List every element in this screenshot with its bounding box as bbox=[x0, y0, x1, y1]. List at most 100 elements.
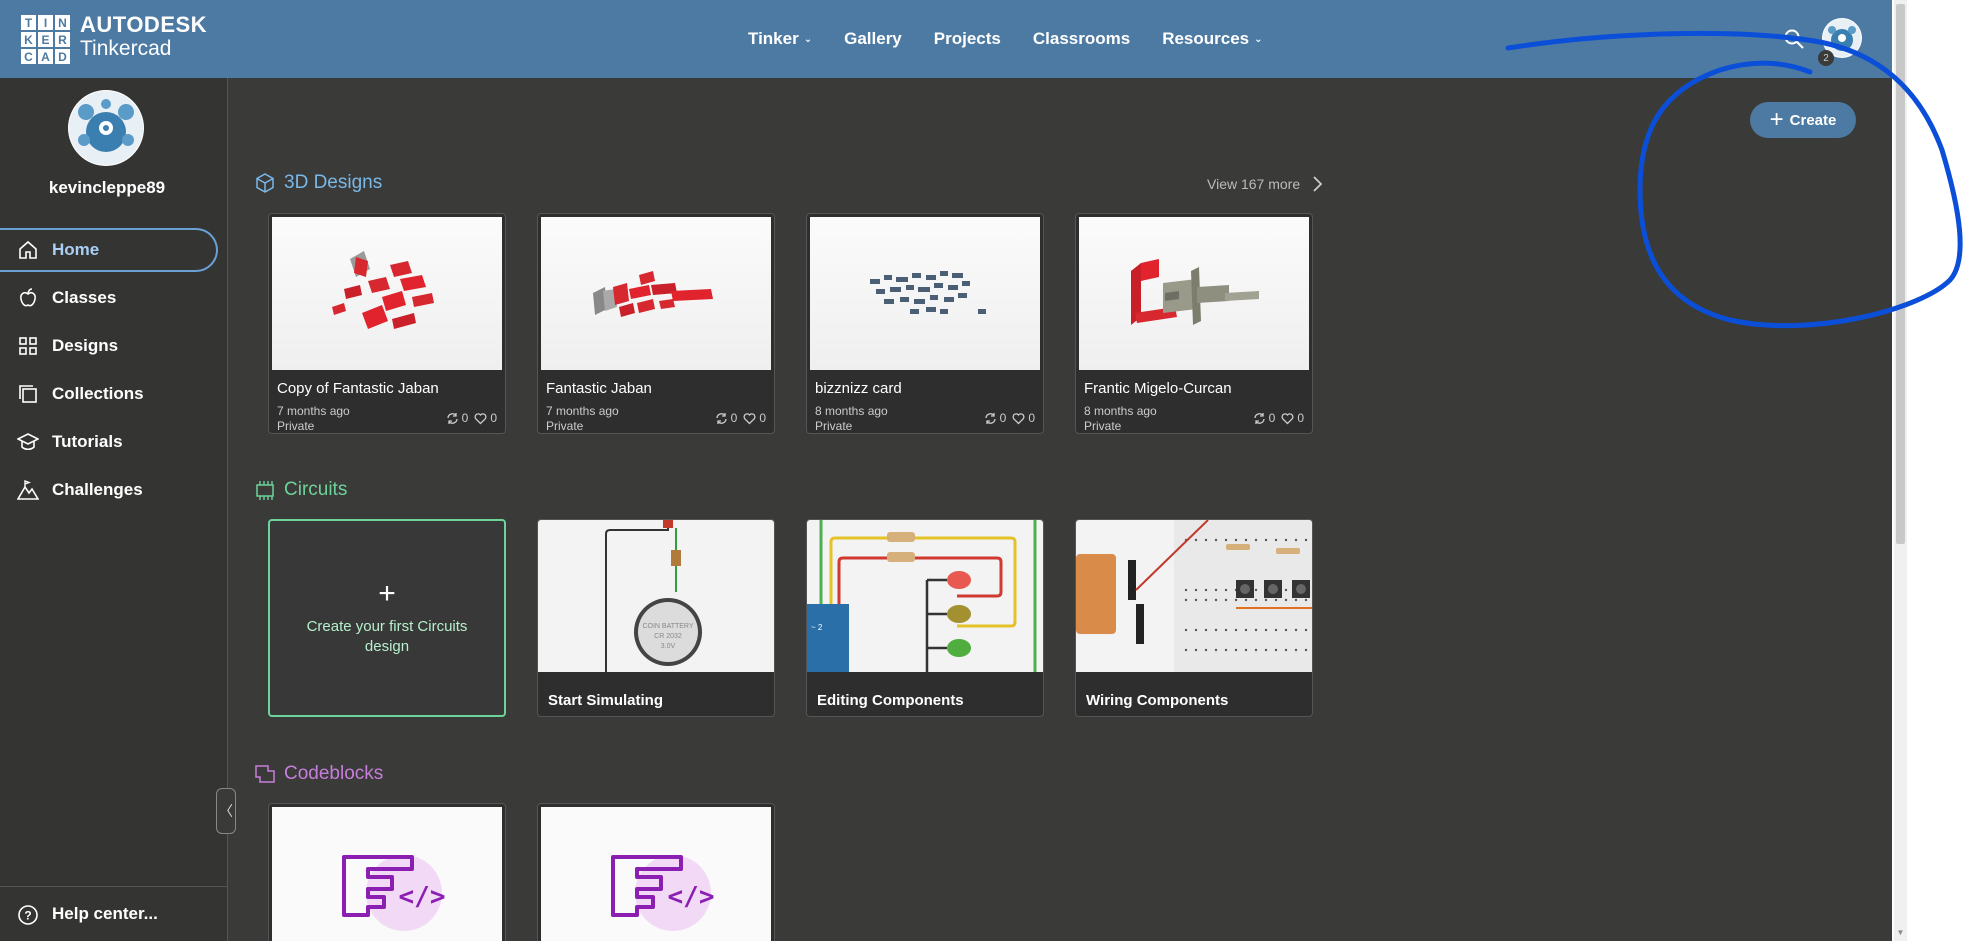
design-preview-image bbox=[1131, 259, 1259, 325]
breadboard-circuit-image bbox=[1076, 520, 1312, 672]
chevron-down-icon: ⌄ bbox=[803, 33, 813, 45]
battery-label: 3.0V bbox=[661, 643, 676, 650]
like-count: 0 bbox=[490, 411, 497, 425]
design-title: Fantastic Jaban bbox=[546, 380, 652, 397]
heart-icon bbox=[743, 412, 756, 424]
nav-projects[interactable]: Projects bbox=[934, 29, 1001, 49]
design-card[interactable]: Fantastic Jaban 7 months ago Private 0 0 bbox=[537, 213, 775, 434]
design-thumbnail bbox=[541, 217, 771, 370]
nav-gallery[interactable]: Gallery bbox=[844, 29, 902, 49]
brand-name[interactable]: AUTODESK Tinkercad bbox=[80, 12, 208, 60]
sidebar-item-challenges[interactable]: Challenges bbox=[0, 466, 228, 514]
sidebar-item-collections[interactable]: Collections bbox=[0, 370, 228, 418]
section-title: 3D Designs bbox=[284, 172, 383, 193]
svg-text:~ 2: ~ 2 bbox=[811, 623, 823, 632]
create-label: Create bbox=[1789, 111, 1837, 129]
nav-classrooms[interactable]: Classrooms bbox=[1033, 29, 1130, 49]
heart-icon bbox=[474, 412, 487, 424]
remix-count: 0 bbox=[1268, 411, 1276, 425]
logo-letter: C bbox=[20, 48, 37, 65]
section-title: Codeblocks bbox=[284, 763, 384, 784]
circuit-thumbnail bbox=[1076, 520, 1312, 672]
circuit-tutorial-card[interactable]: ~ 2 Editing Components bbox=[806, 519, 1044, 717]
logo-letter: A bbox=[37, 48, 54, 65]
logo-letter: I bbox=[37, 14, 54, 31]
create-circuit-card[interactable]: + Create your first Circuits design bbox=[268, 519, 506, 717]
code-glyph: </> bbox=[668, 882, 715, 912]
code-glyph: </> bbox=[399, 882, 446, 912]
view-more-link[interactable]: View 167 more bbox=[1207, 175, 1324, 193]
heart-icon bbox=[1281, 412, 1294, 424]
nav-label: Projects bbox=[933, 29, 1001, 48]
battery-label: CR 2032 bbox=[654, 633, 682, 640]
logo-letter: K bbox=[20, 31, 37, 48]
remix-icon bbox=[715, 412, 727, 424]
design-card[interactable]: Copy of Fantastic Jaban 7 months ago Pri… bbox=[268, 213, 506, 434]
remix-icon bbox=[446, 412, 458, 424]
sidebar-item-label: Tutorials bbox=[52, 432, 123, 451]
design-title: Copy of Fantastic Jaban bbox=[277, 380, 439, 397]
section-3d-designs[interactable]: 3D Designs bbox=[254, 172, 382, 194]
section-codeblocks[interactable]: Codeblocks bbox=[254, 763, 383, 785]
sidebar-item-home[interactable]: Home bbox=[0, 228, 218, 272]
notification-badge[interactable]: 2 bbox=[1818, 50, 1834, 66]
codeblocks-thumbnail: </> bbox=[541, 807, 771, 941]
section-circuits[interactable]: Circuits bbox=[254, 479, 347, 501]
nav-label: Resources bbox=[1162, 29, 1250, 48]
sidebar-item-designs[interactable]: Designs bbox=[0, 322, 228, 370]
section-title: Circuits bbox=[284, 479, 348, 500]
design-visibility: Private bbox=[1084, 419, 1122, 433]
create-button[interactable]: + Create bbox=[1750, 102, 1856, 138]
nav-label: Tinker bbox=[748, 29, 799, 48]
design-stats: 0 0 bbox=[1247, 411, 1304, 425]
design-visibility: Private bbox=[546, 419, 584, 433]
chevron-right-icon bbox=[1313, 176, 1323, 192]
like-count: 0 bbox=[759, 411, 766, 425]
design-stats: 0 0 bbox=[440, 411, 497, 425]
design-card[interactable]: bizznizz card 8 months ago Private 0 0 bbox=[806, 213, 1044, 434]
codeblocks-card[interactable]: </> bbox=[537, 803, 775, 941]
plus-icon: + bbox=[1769, 106, 1784, 133]
profile-avatar[interactable] bbox=[68, 90, 144, 166]
collections-icon bbox=[19, 385, 37, 403]
codeblocks-thumbnail: </> bbox=[272, 807, 502, 941]
design-stats: 0 0 bbox=[709, 411, 766, 425]
design-thumbnail bbox=[810, 217, 1040, 370]
nav-tinker[interactable]: Tinker ⌄ bbox=[748, 29, 812, 49]
codeblocks-icon bbox=[255, 765, 275, 783]
sidebar-item-tutorials[interactable]: Tutorials bbox=[0, 418, 228, 466]
codeblocks-illustration: </> bbox=[611, 855, 715, 931]
chevron-down-icon: ⌄ bbox=[1254, 33, 1263, 45]
collapse-sidebar-button[interactable]: 〈 bbox=[216, 788, 236, 834]
heart-icon bbox=[1012, 412, 1025, 424]
circuit-tutorial-card[interactable]: Wiring Components bbox=[1075, 519, 1313, 717]
apple-icon bbox=[20, 288, 36, 307]
view-more-label: View 167 more bbox=[1207, 176, 1301, 192]
like-count: 0 bbox=[1028, 411, 1035, 425]
nav-label: Classrooms bbox=[1032, 29, 1131, 48]
design-preview-image bbox=[870, 271, 986, 314]
scrollbar-thumb[interactable] bbox=[1896, 4, 1905, 544]
scroll-down-arrow-icon[interactable]: ▼ bbox=[1896, 928, 1905, 938]
design-card[interactable]: Frantic Migelo-Curcan 8 months ago Priva… bbox=[1075, 213, 1313, 434]
nav-resources[interactable]: Resources ⌄ bbox=[1162, 29, 1262, 49]
search-icon[interactable] bbox=[1783, 28, 1805, 50]
remix-count: 0 bbox=[999, 411, 1007, 425]
company-name: AUTODESK bbox=[80, 12, 208, 37]
svg-text:?: ? bbox=[24, 909, 31, 923]
plus-icon: + bbox=[378, 576, 396, 610]
circuit-tutorial-card[interactable]: COIN BATTERY CR 2032 3.0V Start Simulati… bbox=[537, 519, 775, 717]
create-circuit-label: Create your first Circuits design bbox=[306, 617, 468, 655]
sidebar-item-label: Home bbox=[52, 240, 100, 259]
help-label: Help center... bbox=[52, 904, 158, 923]
sidebar-item-label: Challenges bbox=[52, 480, 143, 499]
design-thumbnail bbox=[1079, 217, 1309, 370]
sidebar-item-label: Designs bbox=[52, 336, 119, 355]
mountain-icon bbox=[17, 479, 39, 500]
help-center-link[interactable]: ? Help center... bbox=[0, 886, 228, 941]
tinkercad-logo[interactable]: T I N K E R C A D bbox=[20, 14, 71, 65]
sidebar-item-classes[interactable]: Classes bbox=[0, 274, 228, 322]
codeblocks-card[interactable]: </> bbox=[268, 803, 506, 941]
battery-circuit-image: COIN BATTERY CR 2032 3.0V bbox=[605, 520, 702, 672]
like-count: 0 bbox=[1297, 411, 1304, 425]
